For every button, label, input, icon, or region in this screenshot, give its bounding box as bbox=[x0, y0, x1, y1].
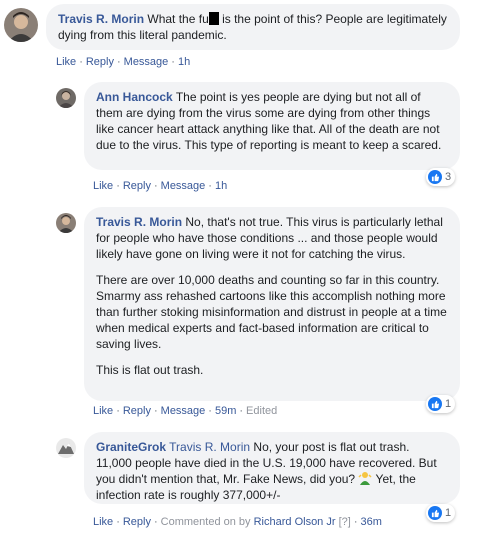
avatar[interactable] bbox=[56, 438, 76, 458]
granite-logo-icon bbox=[56, 438, 76, 458]
comment-ann: Ann Hancock The point is yes people are … bbox=[0, 80, 478, 195]
thumbs-up-icon bbox=[428, 506, 442, 520]
comment-paragraph: This is flat out trash. bbox=[96, 363, 204, 377]
like-link[interactable]: Like bbox=[93, 180, 113, 192]
comment-author[interactable]: Travis R. Morin bbox=[58, 12, 144, 26]
timestamp[interactable]: 36m bbox=[361, 516, 382, 528]
comment-actions: Like · Reply · Message · 1h bbox=[93, 180, 228, 192]
comment-bubble: Travis R. Morin What the fu is the point… bbox=[46, 4, 460, 50]
reaction-number: 3 bbox=[445, 171, 452, 183]
timestamp[interactable]: 59m bbox=[215, 405, 236, 417]
message-link[interactable]: Message bbox=[124, 56, 169, 68]
message-link[interactable]: Message bbox=[161, 180, 206, 192]
reply-link[interactable]: Reply bbox=[86, 56, 114, 68]
comment-paragraph: Travis R. Morin No, that's not true. Thi… bbox=[96, 214, 448, 262]
comment-text: GraniteGrok Travis R. Morin No, your pos… bbox=[96, 439, 448, 503]
avatar[interactable] bbox=[56, 88, 76, 108]
like-link[interactable]: Like bbox=[93, 516, 113, 528]
edited-label[interactable]: Edited bbox=[246, 405, 277, 417]
reply-link[interactable]: Reply bbox=[123, 180, 151, 192]
comment-bubble: Ann Hancock The point is yes people are … bbox=[84, 82, 460, 170]
avatar-photo-icon bbox=[56, 88, 76, 108]
comment-text-part: What the fu bbox=[147, 12, 209, 26]
commented-on-by-label: Commented on by bbox=[160, 516, 251, 528]
info-marker[interactable]: [?] bbox=[339, 516, 351, 528]
comment-paragraph: There are over 10,000 deaths and countin… bbox=[96, 273, 447, 351]
message-link[interactable]: Message bbox=[161, 405, 206, 417]
comment-travis-2: Travis R. Morin No, that's not true. Thi… bbox=[0, 205, 478, 423]
reply-link[interactable]: Reply bbox=[123, 405, 151, 417]
mention-link[interactable]: Travis R. Morin bbox=[169, 440, 250, 454]
redaction-mark bbox=[208, 12, 219, 25]
timestamp[interactable]: 1h bbox=[215, 180, 227, 192]
comment-bubble: Travis R. Morin No, that's not true. Thi… bbox=[84, 207, 460, 401]
reply-link[interactable]: Reply bbox=[123, 516, 151, 528]
comment-text: Travis R. Morin What the fu is the point… bbox=[58, 11, 448, 43]
reaction-number: 1 bbox=[445, 398, 452, 410]
shrugging-person-emoji-icon bbox=[358, 471, 372, 485]
avatar[interactable] bbox=[4, 8, 38, 42]
avatar[interactable] bbox=[56, 213, 76, 233]
like-link[interactable]: Like bbox=[56, 56, 76, 68]
comment-author[interactable]: Ann Hancock bbox=[96, 90, 173, 104]
reaction-count[interactable]: 1 bbox=[426, 504, 456, 522]
comment-text: Ann Hancock The point is yes people are … bbox=[96, 89, 448, 153]
reaction-count[interactable]: 1 bbox=[426, 395, 456, 413]
comment-actions: Like · Reply · Message · 59m · Edited bbox=[93, 405, 278, 417]
comment-travis-1: Travis R. Morin What the fu is the point… bbox=[0, 0, 478, 75]
timestamp[interactable]: 1h bbox=[178, 56, 190, 68]
comment-author[interactable]: GraniteGrok bbox=[96, 440, 166, 454]
like-link[interactable]: Like bbox=[93, 405, 113, 417]
commenter-link[interactable]: Richard Olson Jr bbox=[254, 516, 336, 528]
avatar-photo-icon bbox=[4, 8, 38, 42]
thumbs-up-icon bbox=[428, 397, 442, 411]
thumbs-up-icon bbox=[428, 170, 442, 184]
avatar-photo-icon bbox=[56, 213, 76, 233]
reaction-count[interactable]: 3 bbox=[426, 168, 456, 186]
comment-granitegrok: GraniteGrok Travis R. Morin No, your pos… bbox=[0, 430, 478, 538]
comment-actions: Like · Reply · Commented on by Richard Olson… bbox=[93, 516, 382, 528]
comment-actions: Like · Reply · Message · 1h bbox=[56, 56, 191, 68]
comment-author[interactable]: Travis R. Morin bbox=[96, 215, 182, 229]
reaction-number: 1 bbox=[445, 507, 452, 519]
comment-bubble: GraniteGrok Travis R. Morin No, your pos… bbox=[84, 432, 460, 504]
